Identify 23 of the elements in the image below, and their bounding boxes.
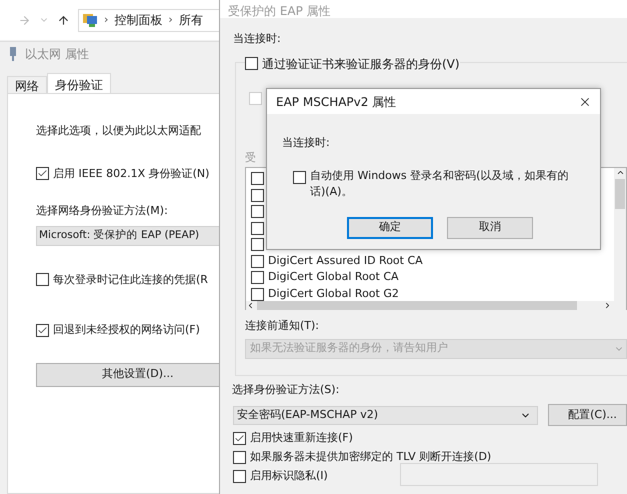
- checkbox-label: 通过验证证书来验证服务器的身份(V): [262, 56, 460, 72]
- checkbox-label: 启用标识隐私(I): [250, 468, 328, 484]
- notify-label: 连接前通知(T):: [245, 318, 320, 334]
- checkbox-label: DigiCert Global Root G2: [268, 286, 399, 300]
- dialog-title: EAP MSCHAPv2 属性: [276, 94, 396, 110]
- checkbox-label: 启用 IEEE 802.1X 身份验证(N): [53, 166, 210, 182]
- breadcrumb-separator: ›: [104, 12, 108, 28]
- checkbox-label: DigiCert Assured ID Root CA: [268, 252, 423, 269]
- connect-label: 当连接时:: [282, 135, 331, 151]
- method-label: 选择身份验证方法(S):: [232, 382, 340, 398]
- method-label: 选择网络身份验证方法(M):: [36, 203, 169, 219]
- breadcrumb-separator: ›: [168, 12, 173, 28]
- checkbox-label: 如果服务器未提供加密绑定的 TLV 则断开连接(D): [250, 449, 492, 466]
- checkbox-label: 自动使用 Windows 登录名和密码(以及域，如果有的话)(A)。: [310, 168, 570, 200]
- checkbox-label: 每次登录时记住此连接的凭据(R: [53, 272, 208, 288]
- window-title: 以太网 属性: [25, 46, 89, 63]
- checkbox-label: 回退到未经授权的网络访问(F): [53, 322, 200, 338]
- checkbox-label: DigiCert Global Root CA: [268, 269, 399, 286]
- description-text: 选择此选项，以便为此以太网适配: [36, 123, 202, 139]
- checkbox-label: 启用快速重新连接(F): [250, 430, 353, 446]
- window-title: 受保护的 EAP 属性: [228, 4, 331, 18]
- connect-label: 当连接时:: [233, 31, 282, 47]
- ca-label: 受: [245, 150, 256, 166]
